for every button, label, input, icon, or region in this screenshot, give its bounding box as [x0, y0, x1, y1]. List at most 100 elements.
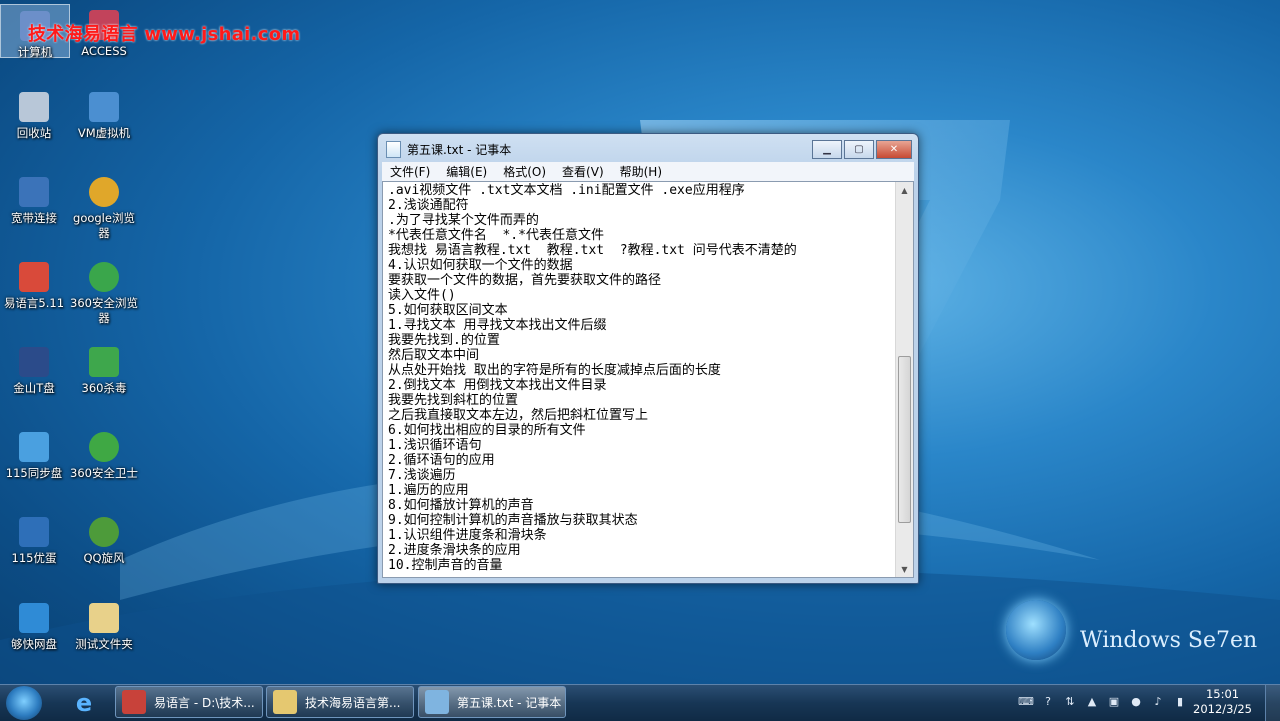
notepad-task-icon — [425, 690, 449, 714]
vertical-scrollbar[interactable]: ▲ ▼ — [895, 182, 913, 577]
task-eyuyan[interactable]: 易语言 - D:\技术... — [115, 686, 263, 718]
text-line: 2.循环语句的应用 — [388, 453, 495, 468]
text-line: 7.浅谈遍历 — [388, 468, 456, 483]
text-editor[interactable]: .avi视频文件 .txt文本文档 .ini配置文件 .exe应用程序 2.浅谈通… — [382, 181, 914, 578]
text-line: 1.寻找文本 用寻找文本找出文件后缀 — [388, 318, 607, 333]
menu-bar: 文件(F) 编辑(E) 格式(O) 查看(V) 帮助(H) — [382, 162, 914, 181]
desktop-icon-115-youdan[interactable]: 115优蛋 — [0, 511, 68, 566]
360-browser-icon — [89, 262, 119, 292]
desktop-icon-eyuyan[interactable]: 易语言5.11 — [0, 256, 68, 311]
text-line: 然后取文本中间 — [388, 348, 480, 363]
task-label: 易语言 - D:\技术... — [154, 695, 255, 710]
taskbar: e 易语言 - D:\技术... 技术海易语言第... 第五课.txt - 记事… — [0, 684, 1280, 721]
text-line: .为了寻找某个文件而弄的 — [388, 213, 539, 228]
text-line: 我想找 易语言教程.txt 教程.txt ?教程.txt 问号代表不清楚的 — [388, 243, 797, 258]
maximize-button[interactable]: ▢ — [844, 140, 874, 159]
close-button[interactable]: ✕ — [876, 140, 912, 159]
text-line: 1.认识组件进度条和滑块条 — [388, 528, 547, 543]
task-notepad[interactable]: 第五课.txt - 记事本 — [418, 686, 566, 718]
device-icon[interactable]: ▣ — [1106, 693, 1122, 709]
text-line: 1.浅识循环语句 — [388, 438, 482, 453]
kingsoft-t-icon — [19, 347, 49, 377]
folder-icon — [89, 603, 119, 633]
desktop-icon-recycle-bin[interactable]: 回收站 — [0, 86, 68, 141]
clock-time: 15:01 — [1205, 687, 1240, 701]
text-line: 2.浅谈通配符 — [388, 198, 469, 213]
show-hidden-icons-icon[interactable]: ▲ — [1084, 693, 1100, 709]
text-line: 要获取一个文件的数据，首先要获取文件的路径 — [388, 273, 662, 288]
wallpaper-brand: Windows Se7en — [1080, 628, 1258, 653]
recycle-bin-icon — [19, 92, 49, 122]
task-folder[interactable]: 技术海易语言第... — [266, 686, 414, 718]
watermark: 技术海易语言 www.jshai.com — [28, 24, 301, 45]
task-label: 技术海易语言第... — [305, 695, 401, 710]
text-line: 9.如何控制计算机的声音播放与获取其状态 — [388, 513, 638, 528]
menu-help[interactable]: 帮助(H) — [612, 163, 670, 180]
menu-view[interactable]: 查看(V) — [554, 163, 612, 180]
chrome-icon — [89, 177, 119, 207]
text-line: 5.如何获取区间文本 — [388, 303, 508, 318]
desktop-icon-broadband[interactable]: 宽带连接 — [0, 171, 68, 226]
text-line: 2.倒找文本 用倒找文本找出文件目录 — [388, 378, 607, 393]
scroll-up-arrow-icon[interactable]: ▲ — [896, 182, 913, 198]
help-icon[interactable]: ? — [1040, 693, 1056, 709]
text-line: 2.进度条滑块条的应用 — [388, 543, 521, 558]
desktop-icon-qq-xuanfeng[interactable]: QQ旋风 — [70, 511, 138, 566]
start-button[interactable] — [6, 686, 42, 720]
menu-file[interactable]: 文件(F) — [382, 163, 438, 180]
clock[interactable]: 15:01 2012/3/25 — [1193, 687, 1252, 717]
115-youdan-icon — [19, 517, 49, 547]
scroll-down-arrow-icon[interactable]: ▼ — [896, 561, 913, 577]
text-line: .avi视频文件 .txt文本文档 .ini配置文件 .exe应用程序 — [388, 183, 745, 198]
network-icon — [19, 177, 49, 207]
text-line: 4.认识如何获取一个文件的数据 — [388, 258, 573, 273]
desktop-icon-360-browser[interactable]: 360安全浏览器 — [70, 256, 138, 326]
eyuyan-task-icon — [122, 690, 146, 714]
desktop-icon-vm[interactable]: VM虚拟机 — [70, 86, 138, 141]
folder-task-icon — [273, 690, 297, 714]
text-line: 6.如何找出相应的目录的所有文件 — [388, 423, 586, 438]
gokuai-icon — [19, 603, 49, 633]
scroll-thumb[interactable] — [898, 356, 911, 523]
network-tray-icon[interactable]: ⇅ — [1062, 693, 1078, 709]
text-line: 8.如何播放计算机的声音 — [388, 498, 534, 513]
text-line: 1.遍历的应用 — [388, 483, 469, 498]
desktop-icon-360-safe[interactable]: 360安全卫士 — [70, 426, 138, 481]
notepad-icon — [386, 140, 401, 158]
power-icon[interactable]: ▮ — [1172, 693, 1188, 709]
qq-icon[interactable]: ● — [1128, 693, 1144, 709]
windows-logo-icon — [1006, 600, 1066, 660]
desktop-icon-gokuai[interactable]: 够快网盘 — [0, 597, 68, 652]
desktop-icon-115-sync[interactable]: 115同步盘 — [0, 426, 68, 481]
text-line: *代表任意文件名 *.*代表任意文件 — [388, 228, 604, 243]
menu-edit[interactable]: 编辑(E) — [438, 163, 495, 180]
desktop-icon-360-antivirus[interactable]: 360杀毒 — [70, 341, 138, 396]
text-line: 我要先找到斜杠的位置 — [388, 393, 519, 408]
clock-date: 2012/3/25 — [1193, 702, 1252, 716]
360-safe-icon — [89, 432, 119, 462]
desktop-icon-kingsoft-t[interactable]: 金山T盘 — [0, 341, 68, 396]
desktop-icon-chrome[interactable]: google浏览器 — [70, 171, 138, 241]
window-title-bar[interactable]: 第五课.txt - 记事本 — [386, 140, 511, 158]
360-antivirus-icon — [89, 347, 119, 377]
notepad-window[interactable]: 第五课.txt - 记事本 ▁ ▢ ✕ 文件(F) 编辑(E) 格式(O) 查看… — [377, 133, 919, 584]
qq-xuanfeng-icon — [89, 517, 119, 547]
window-title: 第五课.txt - 记事本 — [407, 142, 512, 157]
text-line: 读入文件() — [388, 288, 456, 303]
text-line: 我要先找到.的位置 — [388, 333, 500, 348]
system-tray: ⌨ ? ⇅ ▲ ▣ ● ♪ ▮ — [1018, 693, 1188, 709]
keyboard-icon[interactable]: ⌨ — [1018, 693, 1034, 709]
internet-explorer-icon[interactable]: e — [64, 687, 104, 719]
show-desktop-button[interactable] — [1265, 685, 1280, 721]
vm-icon — [89, 92, 119, 122]
eyuyan-icon — [19, 262, 49, 292]
minimize-button[interactable]: ▁ — [812, 140, 842, 159]
editor-content[interactable]: .avi视频文件 .txt文本文档 .ini配置文件 .exe应用程序 2.浅谈通… — [388, 183, 893, 577]
115-sync-icon — [19, 432, 49, 462]
menu-format[interactable]: 格式(O) — [495, 163, 554, 180]
volume-icon[interactable]: ♪ — [1150, 693, 1166, 709]
desktop-icon-test-folder[interactable]: 测试文件夹 — [70, 597, 138, 652]
text-line: 从点处开始找 取出的字符是所有的长度减掉点后面的长度 — [388, 363, 721, 378]
text-line: 之后我直接取文本左边，然后把斜杠位置写上 — [388, 408, 649, 423]
text-line: 10.控制声音的音量 — [388, 558, 503, 573]
